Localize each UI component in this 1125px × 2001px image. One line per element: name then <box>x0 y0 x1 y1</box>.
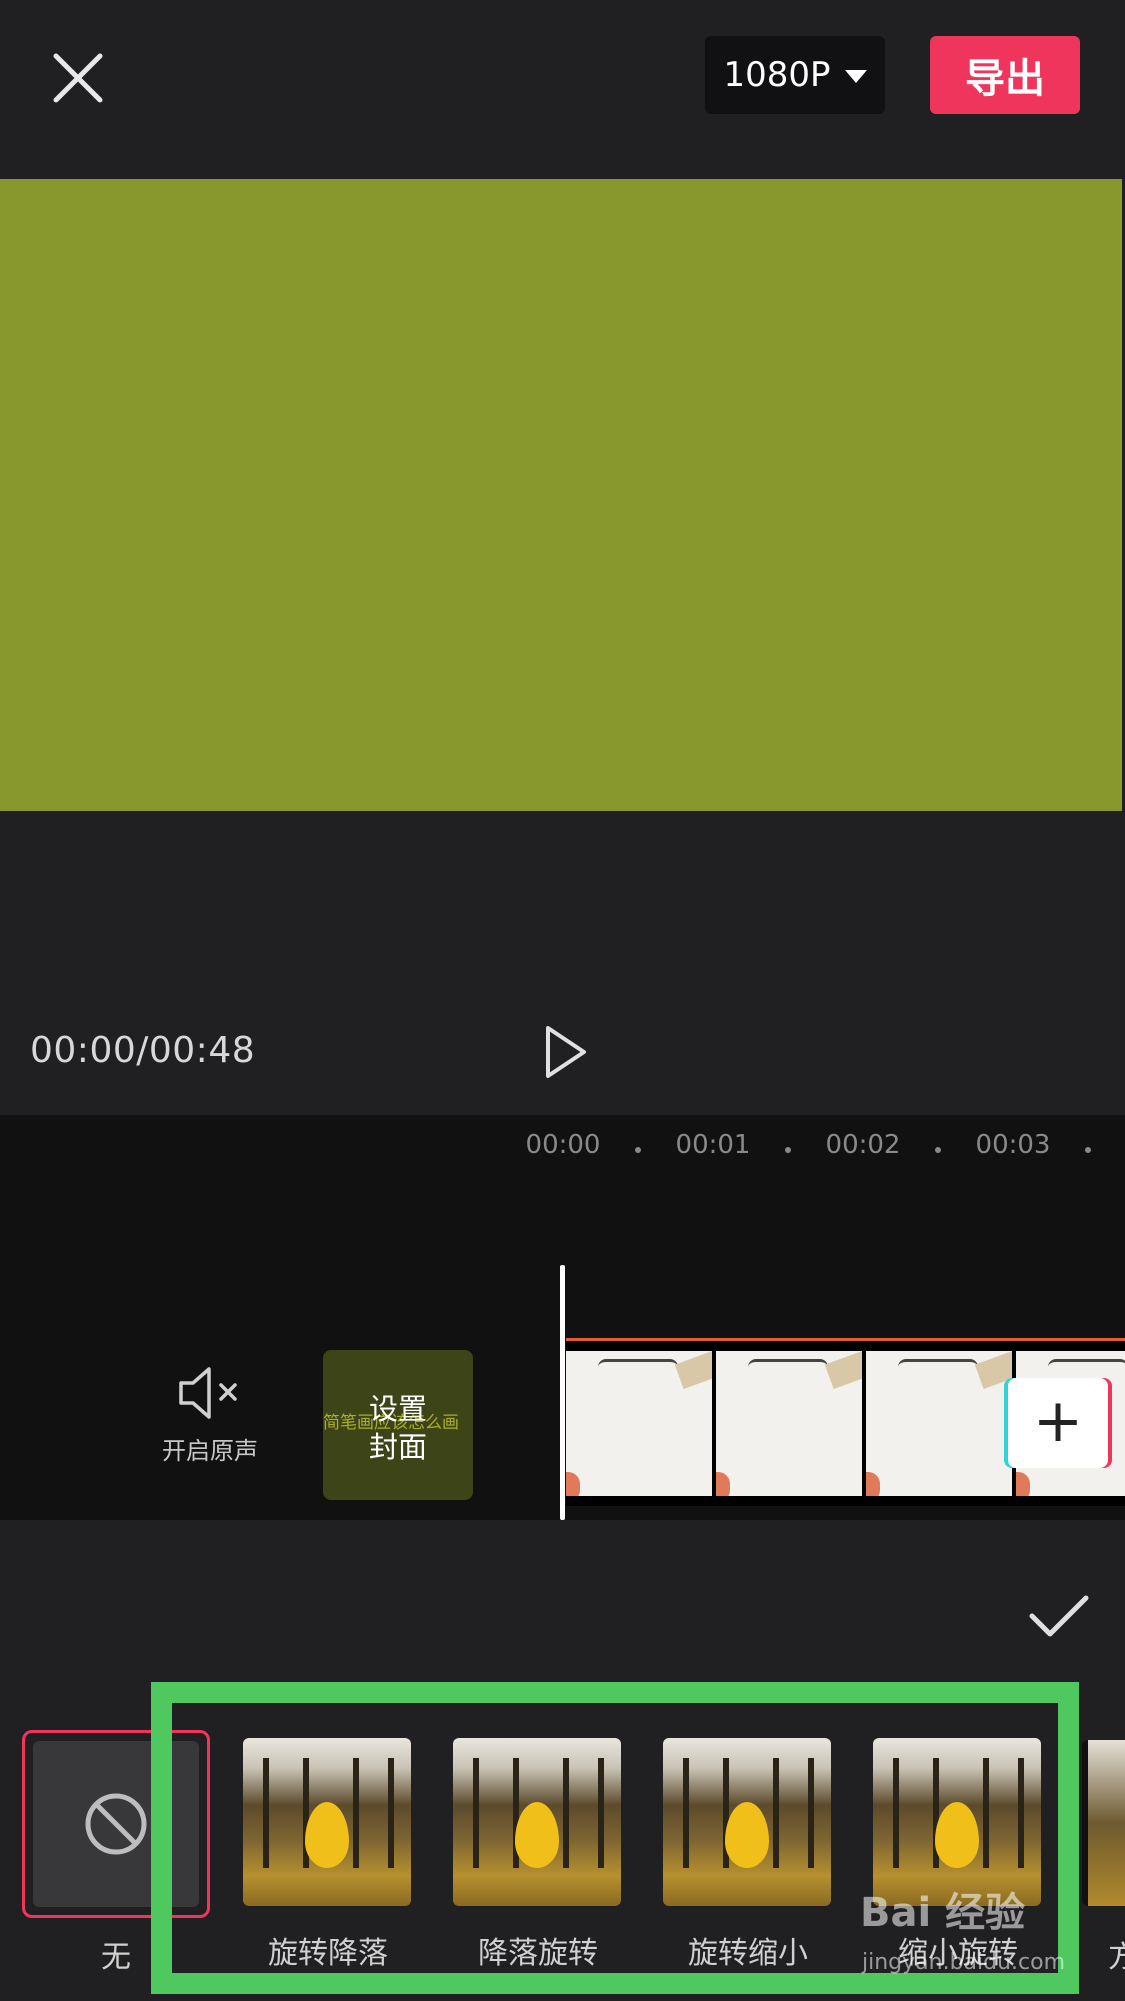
prohibited-icon <box>85 1793 147 1855</box>
none-thumb <box>33 1741 199 1907</box>
cover-label: 设置 封面 <box>323 1390 473 1466</box>
leaf-icon <box>515 1802 559 1868</box>
mute-label: 开启原声 <box>162 1437 258 1465</box>
cover-label-line1: 设置 <box>368 1392 427 1426</box>
leaf-icon <box>935 1802 979 1868</box>
mute-toggle[interactable]: 开启原声 <box>150 1365 270 1466</box>
animation-label: 旋转缩小 <box>688 1936 808 1971</box>
leaf-icon <box>725 1802 769 1868</box>
clip-frame <box>716 1351 862 1496</box>
clip-frame <box>866 1351 1012 1496</box>
animation-thumbnail <box>243 1738 411 1906</box>
animation-option-partial[interactable] <box>1082 1740 1125 1906</box>
ruler-dot <box>785 1147 791 1153</box>
resolution-value: 1080P <box>723 55 831 95</box>
animation-label: 旋转降落 <box>268 1936 388 1971</box>
play-icon <box>546 1026 586 1078</box>
ruler-tick: 00:01 <box>675 1130 751 1160</box>
animation-option[interactable]: 旋转降落 <box>243 1738 413 1972</box>
leaf-icon <box>305 1802 349 1868</box>
add-clip-button[interactable]: + <box>1008 1378 1108 1468</box>
animation-thumbnail <box>663 1738 831 1906</box>
ruler-dot <box>935 1147 941 1153</box>
ruler-dot <box>635 1147 641 1153</box>
animation-option[interactable]: 降落旋转 <box>453 1738 623 1972</box>
export-button[interactable]: 导出 <box>930 36 1080 114</box>
ruler-tick: 00:00 <box>525 1130 601 1160</box>
play-button[interactable] <box>540 1022 590 1082</box>
close-icon <box>53 53 103 103</box>
animation-label: 降落旋转 <box>478 1936 598 1971</box>
watermark-brand: Bai 经验 <box>860 1890 1026 1936</box>
playhead[interactable] <box>560 1265 565 1520</box>
clip-frame <box>566 1351 712 1496</box>
resolution-dropdown[interactable]: 1080P <box>705 36 885 114</box>
watermark-url: jingyan.baidu.com <box>862 1950 1066 1975</box>
cover-label-line2: 封面 <box>368 1430 427 1464</box>
animation-none-label: 无 <box>101 1940 131 1975</box>
close-button[interactable] <box>48 48 108 108</box>
plus-icon: + <box>1032 1386 1084 1456</box>
ruler-tick: 00:03 <box>975 1130 1051 1160</box>
caret-down-icon <box>844 70 867 83</box>
speaker-muted-icon <box>179 1367 237 1419</box>
animation-none-option[interactable] <box>22 1730 210 1918</box>
video-preview <box>0 179 1122 811</box>
confirm-button[interactable] <box>1028 1592 1090 1642</box>
time-ruler: 00:00 00:01 00:02 00:03 <box>0 1130 1125 1170</box>
animation-option[interactable]: 旋转缩小 <box>663 1738 833 1972</box>
ruler-dot <box>1085 1147 1091 1153</box>
set-cover-button[interactable]: 简笔画应该怎么画 设置 封面 <box>323 1350 473 1500</box>
animation-thumbnail <box>453 1738 621 1906</box>
animation-label-partial: 方 <box>1108 1940 1125 1975</box>
ruler-tick: 00:02 <box>825 1130 901 1160</box>
playback-time: 00:00/00:48 <box>30 1030 256 1071</box>
checkmark-icon <box>1029 1595 1089 1637</box>
